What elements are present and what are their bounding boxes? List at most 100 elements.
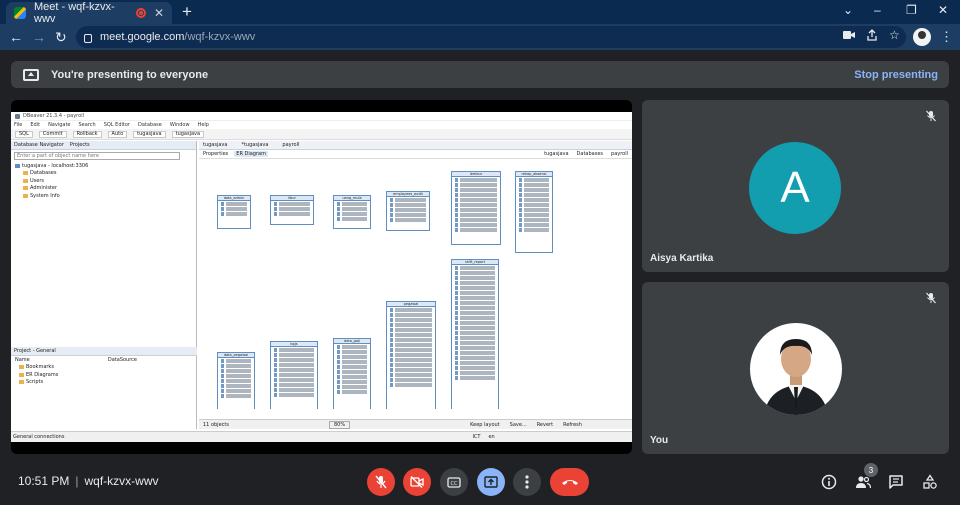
camera-off-icon <box>410 476 424 488</box>
lock-icon <box>84 33 92 43</box>
tree-users: Users <box>11 177 196 185</box>
editor-sub-tabs: Properties ER Diagram tugasjava Database… <box>199 150 632 159</box>
folder-icon <box>19 365 24 370</box>
url-host: meet.google.com <box>100 31 185 43</box>
entity-box: bpjs <box>270 341 318 409</box>
recording-indicator-icon <box>135 8 146 18</box>
editor-tab-1: tugasjava <box>203 142 228 148</box>
meeting-details-icon[interactable] <box>821 474 837 490</box>
toggle-mic-button[interactable] <box>367 468 395 496</box>
editor-tabs: tugasjava *tugasjava payroll <box>199 141 632 150</box>
clock-time: 10:51 PM <box>18 474 70 488</box>
menu-navigate: Navigate <box>48 122 71 128</box>
menu-database: Database <box>137 122 162 128</box>
mic-off-icon <box>375 475 387 489</box>
navigator-filter-input: Enter a part of object name here <box>14 152 180 160</box>
back-arrow-icon[interactable]: ← <box>9 29 23 45</box>
more-options-button[interactable] <box>513 468 541 496</box>
keep-layout-label: Keep layout <box>470 421 500 428</box>
zoom-select: 80% <box>328 420 351 429</box>
new-tab-button[interactable]: + <box>182 2 192 22</box>
connection-icon <box>15 163 20 168</box>
participant-tile-you[interactable]: You <box>642 282 949 454</box>
entity-name: employees_audit <box>387 192 429 197</box>
bookmark-star-icon[interactable]: ☆ <box>889 28 900 42</box>
editor-breadcrumb: tugasjava Databases payroll <box>544 151 628 157</box>
folder-icon <box>19 380 24 385</box>
more-vert-icon <box>525 475 529 489</box>
activities-icon[interactable] <box>922 474 938 490</box>
object-count: 11 objects <box>203 421 229 428</box>
browser-menu-icon[interactable]: ⋮ <box>940 29 953 45</box>
captions-button[interactable]: CC <box>440 468 468 496</box>
entity-name: data_pegawai <box>218 353 254 358</box>
entity-name: uang_mula <box>334 196 370 201</box>
entity-box: rekap_absensi <box>515 171 553 253</box>
url-path: /wqf-kzvx-wwv <box>184 31 256 43</box>
present-screen-icon <box>23 68 39 81</box>
forward-arrow-icon[interactable]: → <box>32 29 46 45</box>
entity-box: uang_mula <box>333 195 371 229</box>
entity-box: shift_report <box>451 259 499 409</box>
editor-tab-2: *tugasjava <box>241 142 269 148</box>
close-tab-icon[interactable]: ✕ <box>154 6 164 20</box>
tree-connection: tugasjava - localhost:3306 <box>11 162 196 170</box>
project-pane-title: Project - General <box>14 348 56 354</box>
close-window-button[interactable]: ✕ <box>938 3 948 17</box>
browser-toolbar: ← → ↻ meet.google.com/wqf-kzvx-wwv ☆ <box>0 24 960 50</box>
maximize-button[interactable]: ❐ <box>906 3 917 17</box>
reload-icon[interactable]: ↻ <box>55 29 67 46</box>
participant-tile-aisya[interactable]: A Aisya Kartika <box>642 100 949 272</box>
chat-icon[interactable] <box>888 474 904 490</box>
closed-captions-icon: CC <box>447 476 461 488</box>
share-icon[interactable] <box>866 29 878 44</box>
present-screen-icon <box>484 476 498 488</box>
project-er-diagrams: ER Diagrams <box>11 371 197 379</box>
tab-title: Meet - wqf-kzvx-wwv <box>34 1 115 25</box>
tree-users-label: Users <box>30 177 45 184</box>
presenting-message: You're presenting to everyone <box>51 68 209 81</box>
tree-system-info: System Info <box>11 192 196 200</box>
folder-icon <box>23 171 28 176</box>
profile-avatar[interactable] <box>913 28 931 46</box>
commit-toolbar-button: Commit <box>38 130 67 138</box>
project-pane: Project - General Name DataSource Bookma… <box>11 347 197 386</box>
present-now-button[interactable] <box>477 468 505 496</box>
camera-icon[interactable] <box>843 29 855 43</box>
hang-up-icon <box>561 480 578 485</box>
tree-administer-label: Administer <box>30 185 58 192</box>
minimize-button[interactable]: – <box>874 3 881 17</box>
dbeaver-left-pane: Database Navigator Projects Enter a part… <box>11 141 197 429</box>
connection-select: tugasjava <box>133 130 166 138</box>
footer-timezone: ICT <box>472 434 481 440</box>
entity-name: pegawai <box>387 302 435 307</box>
dbeaver-title-bar: DBeaver 21.3.4 - payroll <box>11 112 632 121</box>
stop-presenting-button[interactable]: Stop presenting <box>854 69 938 81</box>
mic-off-icon <box>926 292 936 304</box>
browser-tab[interactable]: Meet - wqf-kzvx-wwv ✕ <box>6 1 172 25</box>
participant-avatar: A <box>749 142 841 234</box>
entity-box: data_admin <box>217 195 251 229</box>
meeting-code: wqf-kzvx-wwv <box>84 474 159 488</box>
leave-call-button[interactable] <box>550 468 589 496</box>
address-bar[interactable]: meet.google.com/wqf-kzvx-wwv <box>76 26 906 48</box>
dbeaver-window: DBeaver 21.3.4 - payroll File Edit Navig… <box>11 112 632 442</box>
tree-databases-label: Databases <box>30 170 57 177</box>
presenting-banner: You're presenting to everyone Stop prese… <box>11 61 949 88</box>
project-col-source: DataSource <box>107 356 137 363</box>
entity-box: data_gaji <box>333 338 371 409</box>
tab-search-icon[interactable]: ⌄ <box>843 3 853 17</box>
meeting-info: 10:51 PM | wqf-kzvx-wwv <box>18 474 159 488</box>
sub-tab-er-diagram: ER Diagram <box>234 151 268 157</box>
toggle-camera-button[interactable] <box>403 468 431 496</box>
dbeaver-app-icon <box>15 113 20 119</box>
svg-text:CC: CC <box>451 481 458 487</box>
menu-window: Window <box>169 122 190 128</box>
entity-name: bpjs <box>271 342 317 347</box>
folder-icon <box>23 178 28 183</box>
tab-projects: Projects <box>69 142 90 148</box>
entity-box: data_pegawai <box>217 352 255 409</box>
project-columns: Name DataSource <box>11 356 197 364</box>
browser-tab-strip: Meet - wqf-kzvx-wwv ✕ + ⌄ – ❐ ✕ <box>0 0 960 25</box>
meet-favicon-icon <box>14 7 26 19</box>
